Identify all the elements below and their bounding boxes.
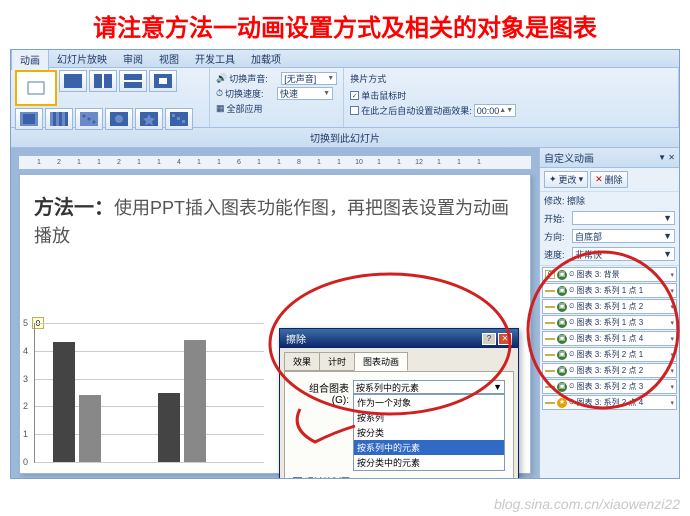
tab-timing[interactable]: 计时 [319, 352, 355, 371]
ribbon-tabs: 动画 幻灯片放映 审阅 视图 开发工具 加载项 [11, 50, 679, 68]
help-button[interactable]: ? [482, 333, 496, 345]
tab-review[interactable]: 审阅 [115, 49, 151, 69]
speaker-icon: 🔊 [216, 73, 227, 84]
animation-item[interactable]: ▣⏲图表 3: 系列 2 点 3▾ [542, 379, 677, 394]
tab-view[interactable]: 视图 [151, 49, 187, 69]
advance-title: 换片方式 [350, 72, 672, 85]
animation-item[interactable]: ▣⏲图表 3: 系列 1 点 1▾ [542, 283, 677, 298]
transition-item[interactable] [15, 108, 43, 130]
clock-icon: ⏲ [569, 399, 574, 407]
group-chart-label: 组合图表(G): [293, 380, 349, 406]
remove-button[interactable]: ✕删除 [590, 171, 628, 188]
slide-title: 方法一：使用PPT插入图表功能作图，再把图表设置为动画播放 [34, 193, 516, 250]
animation-item[interactable]: ▣⏲图表 3: 系列 1 点 4▾ [542, 331, 677, 346]
clock-icon: ⏲ [569, 287, 574, 295]
apply-icon: ▦ [216, 103, 225, 114]
group-chart-listbox[interactable]: 作为一个对象按系列按分类按系列中的元素按分类中的元素 [353, 394, 505, 471]
transition-item[interactable] [45, 108, 73, 130]
modify-label: 修改: 擦除 [540, 192, 679, 209]
transition-item[interactable] [89, 70, 117, 92]
apply-all-button[interactable]: 全部应用 [227, 102, 263, 115]
after-checkbox[interactable] [350, 106, 359, 115]
transition-options: 🔊切换声音:[无声音]▼ ⏱切换速度:快速▼ ▦全部应用 [210, 68, 344, 127]
clock-icon: ⏲ [569, 319, 574, 327]
clock-icon: ⏲ [569, 271, 574, 279]
after-label: 在此之后自动设置动画效果: [361, 104, 472, 117]
speed-select[interactable]: 快速▼ [277, 87, 333, 100]
transition-item[interactable] [135, 108, 163, 130]
onclick-checkbox[interactable]: ✓ [350, 91, 359, 100]
effect-options-dialog: 擦除 ?✕ 效果 计时 图表动画 组合图表(G): 按系列中的元素▼ 作为一个对… [279, 328, 519, 479]
tab-animation[interactable]: 动画 [11, 49, 49, 70]
animation-item[interactable]: ▣⏲图表 3: 系列 1 点 3▾ [542, 315, 677, 330]
onclick-label: 单击鼠标时 [361, 89, 406, 102]
sound-label: 切换声音: [229, 72, 279, 85]
after-time[interactable]: 00:00▲▼ [474, 104, 516, 117]
combo-option[interactable]: 作为一个对象 [354, 395, 504, 410]
transition-item[interactable] [59, 70, 87, 92]
transition-none[interactable] [15, 70, 57, 106]
transition-item[interactable] [149, 70, 177, 92]
combo-option[interactable]: 按系列中的元素 [354, 440, 504, 455]
transition-gallery [11, 68, 210, 127]
animation-item[interactable]: ★⏲图表 3: 系列 2 点 4▾ [542, 395, 677, 410]
pane-dropdown-icon[interactable]: ▼ ✕ [658, 153, 675, 162]
tab-slideshow[interactable]: 幻灯片放映 [49, 49, 115, 69]
clock-icon: ⏲ [569, 303, 574, 311]
clock-icon: ⏲ [569, 335, 574, 343]
clock-icon: ⏲ [569, 383, 574, 391]
tab-developer[interactable]: 开发工具 [187, 49, 243, 69]
group-chart-combo[interactable]: 按系列中的元素▼ [353, 380, 505, 394]
direction-label: 方向: [544, 230, 570, 243]
animation-item[interactable]: 0▣⏲图表 3: 背景▾ [542, 267, 677, 282]
page-banner: 请注意方法一动画设置方式及相关的对象是图表 [0, 0, 690, 49]
panel-speed-label: 速度: [544, 248, 570, 261]
animation-item[interactable]: ▣⏲图表 3: 系列 1 点 2▾ [542, 299, 677, 314]
draw-checkbox[interactable]: ✓ [293, 477, 302, 479]
transition-item[interactable] [75, 108, 103, 130]
powerpoint-window: 动画 幻灯片放映 审阅 视图 开发工具 加载项 🔊切换声音 [10, 49, 680, 479]
start-label: 开始: [544, 212, 570, 225]
watermark: blog.sina.com.cn/xiaowenzi22 [494, 496, 680, 512]
ribbon-body: 🔊切换声音:[无声音]▼ ⏱切换速度:快速▼ ▦全部应用 换片方式 ✓单击鼠标时… [11, 68, 679, 128]
chart-object[interactable]: 0 012345 [34, 323, 264, 463]
combo-option[interactable]: 按分类 [354, 425, 504, 440]
ribbon-group-label: 切换到此幻灯片 [11, 128, 679, 148]
clock-icon: ⏲ [569, 351, 574, 359]
tab-addins[interactable]: 加载项 [243, 49, 289, 69]
tab-chart-anim[interactable]: 图表动画 [354, 352, 408, 371]
combo-option[interactable]: 按分类中的元素 [354, 455, 504, 470]
horizontal-ruler: 1211211411611811101112111 [19, 156, 531, 170]
transition-item[interactable] [119, 70, 147, 92]
speed-label: 切换速度: [225, 87, 275, 100]
dialog-title: 擦除 [286, 331, 306, 346]
direction-select[interactable]: 自底部▼ [572, 229, 675, 243]
combo-option[interactable]: 按系列 [354, 410, 504, 425]
advance-slide: 换片方式 ✓单击鼠标时 在此之后自动设置动画效果:00:00▲▼ [344, 68, 679, 127]
clock-icon: ⏱ [216, 88, 223, 99]
change-icon: ✦ [549, 174, 557, 185]
animation-list: 0▣⏲图表 3: 背景▾▣⏲图表 3: 系列 1 点 1▾▣⏲图表 3: 系列 … [540, 265, 679, 478]
tab-effect[interactable]: 效果 [284, 352, 320, 371]
sound-select[interactable]: [无声音]▼ [281, 72, 337, 85]
pane-title: 自定义动画 [544, 150, 594, 165]
custom-animation-pane: 自定义动画 ▼ ✕ ✦更改▾ ✕删除 修改: 擦除 开始:▼ 方向:自底部▼ 速度… [539, 148, 679, 478]
transition-item[interactable] [105, 108, 133, 130]
animation-item[interactable]: ▣⏲图表 3: 系列 2 点 1▾ [542, 347, 677, 362]
panel-speed-select[interactable]: 非常快▼ [572, 247, 675, 261]
draw-label: 通过绘制图 [305, 475, 350, 479]
close-button[interactable]: ✕ [498, 333, 512, 345]
change-button[interactable]: ✦更改▾ [544, 171, 588, 188]
remove-icon: ✕ [595, 174, 603, 185]
clock-icon: ⏲ [569, 367, 574, 375]
transition-item[interactable] [165, 108, 193, 130]
start-select[interactable]: ▼ [572, 211, 675, 225]
animation-item[interactable]: ▣⏲图表 3: 系列 2 点 2▾ [542, 363, 677, 378]
